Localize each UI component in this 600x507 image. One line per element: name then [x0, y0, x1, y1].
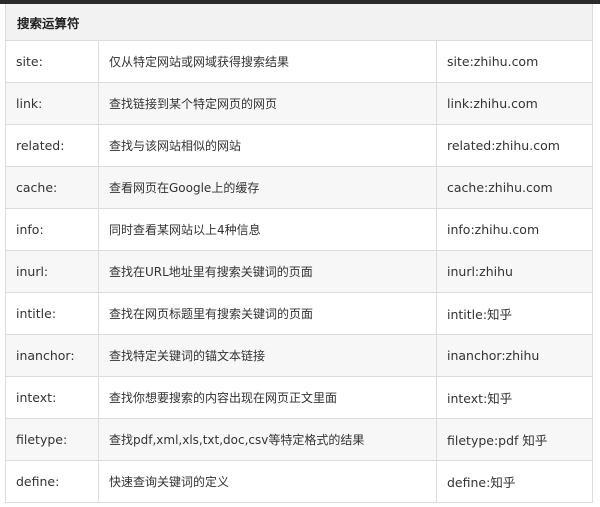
- operator-cell: intitle:: [6, 293, 99, 334]
- operator-cell: site:: [6, 41, 99, 82]
- example-cell: link:zhihu.com: [447, 96, 538, 111]
- table-row: intext: 查找你想要搜索的内容出现在网页正文里面 intext:知乎: [6, 377, 592, 419]
- example-cell: site:zhihu.com: [447, 54, 539, 69]
- description-cell: 查看网页在Google上的缓存: [99, 167, 437, 208]
- example-cell: define:知乎: [447, 475, 516, 490]
- table-row: inurl: 查找在URL地址里有搜索关键词的页面 inurl:zhihu: [6, 251, 592, 293]
- table-row: site: 仅从特定网站或网域获得搜索结果 site:zhihu.com: [6, 41, 592, 83]
- table-row: inanchor: 查找特定关键词的锚文本链接 inanchor:zhihu: [6, 335, 592, 377]
- description-cell: 查找与该网站相似的网站: [99, 125, 437, 166]
- description-cell: 查找在网页标题里有搜索关键词的页面: [99, 293, 437, 334]
- description-cell: 查找你想要搜索的内容出现在网页正文里面: [99, 377, 437, 418]
- description-cell: 查找在URL地址里有搜索关键词的页面: [99, 251, 437, 292]
- operator-cell: define:: [6, 461, 99, 502]
- operator-cell: intext:: [6, 377, 99, 418]
- description-cell: 快速查询关键词的定义: [99, 461, 437, 502]
- example-cell: intext:知乎: [447, 391, 513, 406]
- operator-cell: inurl:: [6, 251, 99, 292]
- description-cell: 同时查看某网站以上4种信息: [99, 209, 437, 250]
- example-cell: cache:zhihu.com: [447, 180, 553, 195]
- table-row: link: 查找链接到某个特定网页的网页 link:zhihu.com: [6, 83, 592, 125]
- example-cell: inanchor:zhihu: [447, 348, 540, 363]
- table-row: related: 查找与该网站相似的网站 related:zhihu.com: [6, 125, 592, 167]
- table-row: define: 快速查询关键词的定义 define:知乎: [6, 461, 592, 502]
- description-cell: 查找pdf,xml,xls,txt,doc,csv等特定格式的结果: [99, 419, 437, 460]
- table-body: site: 仅从特定网站或网域获得搜索结果 site:zhihu.com link: 查…: [6, 41, 592, 502]
- table-row: info: 同时查看某网站以上4种信息 info:zhihu.com: [6, 209, 592, 251]
- operator-cell: inanchor:: [6, 335, 99, 376]
- operator-cell: related:: [6, 125, 99, 166]
- table-row: intitle: 查找在网页标题里有搜索关键词的页面 intitle:知乎: [6, 293, 592, 335]
- example-cell: related:zhihu.com: [447, 138, 560, 153]
- example-cell: inurl:zhihu: [447, 264, 513, 279]
- example-cell: filetype:pdf 知乎: [447, 433, 548, 448]
- description-cell: 查找链接到某个特定网页的网页: [99, 83, 437, 124]
- description-cell: 仅从特定网站或网域获得搜索结果: [99, 41, 437, 82]
- table-title: 搜索运算符: [6, 4, 592, 41]
- table-row: filetype: 查找pdf,xml,xls,txt,doc,csv等特定格式的…: [6, 419, 592, 461]
- description-cell: 查找特定关键词的锚文本链接: [99, 335, 437, 376]
- operator-cell: info:: [6, 209, 99, 250]
- example-cell: info:zhihu.com: [447, 222, 540, 237]
- operator-cell: link:: [6, 83, 99, 124]
- search-operators-table: 搜索运算符 site: 仅从特定网站或网域获得搜索结果 site:zhihu.com…: [5, 4, 593, 503]
- table-row: cache: 查看网页在Google上的缓存 cache:zhihu.com: [6, 167, 592, 209]
- operator-cell: filetype:: [6, 419, 99, 460]
- operator-cell: cache:: [6, 167, 99, 208]
- example-cell: intitle:知乎: [447, 307, 513, 322]
